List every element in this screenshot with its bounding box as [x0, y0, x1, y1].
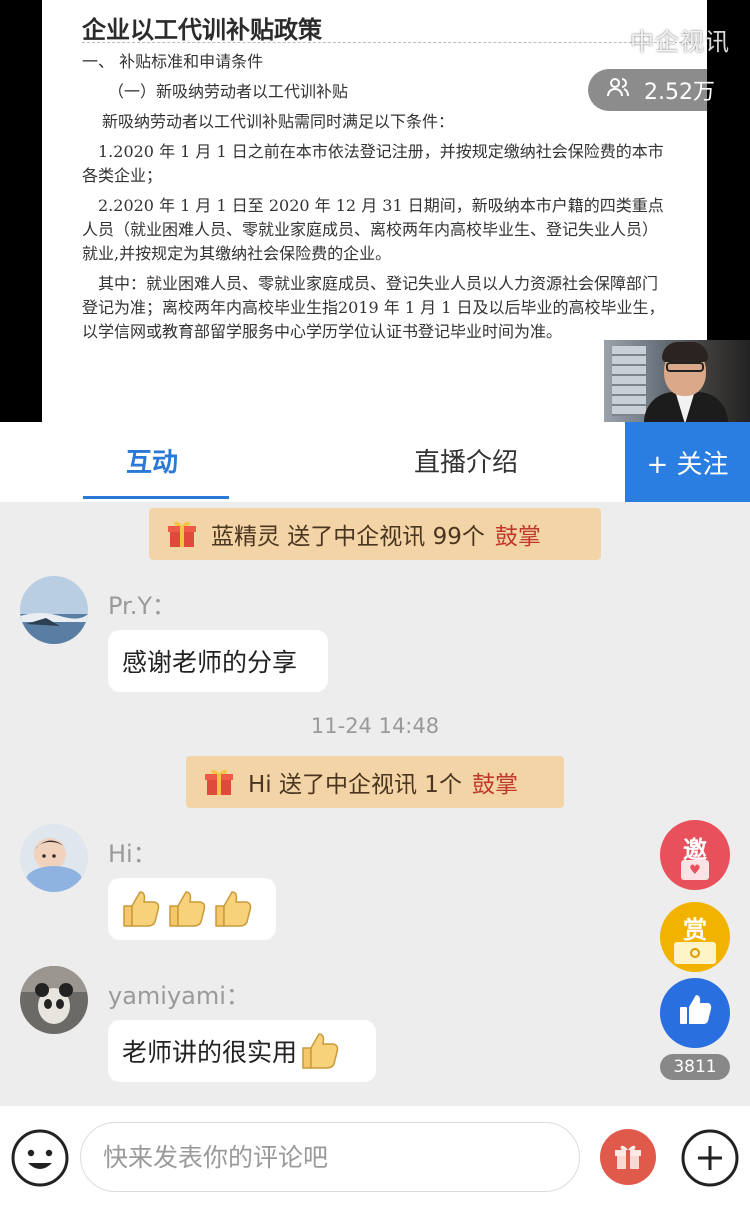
slide-item-1: 1.2020 年 1 月 1 日之前在本市依法登记注册，并按规定缴纳社会保险费的…	[82, 142, 664, 185]
slide-divider	[82, 42, 702, 43]
slide-item-2: 2.2020 年 1 月 1 日至 2020 年 12 月 31 日期间，新吸纳…	[82, 196, 664, 263]
gift-action: 鼓掌	[494, 524, 541, 550]
thumbs-up-emoji	[212, 888, 254, 930]
channel-watermark: 中企视讯	[630, 28, 730, 56]
timestamp: 11-24 14:48	[310, 714, 440, 738]
active-tab-indicator	[83, 496, 229, 499]
gift-notice: 蓝精灵 送了中企视讯 99个 鼓掌	[149, 508, 601, 560]
gift-icon	[615, 1145, 641, 1169]
gift-text: 蓝精灵 送了中企视讯 99个	[211, 524, 485, 550]
live-stream-page: 企业以工代训补贴政策 一、 补贴标准和申请条件 （一）新吸纳劳动者以工代训补贴 …	[0, 0, 750, 1206]
slide-note: 其中：就业困难人员、零就业家庭成员、登记失业人员以人力资源社会保障部门登记为准；…	[82, 274, 665, 341]
thumbs-up-emoji	[166, 888, 208, 930]
viewer-count: 2.52万	[644, 80, 715, 105]
gift-action: 鼓掌	[471, 772, 518, 798]
send-gift-button[interactable]	[600, 1129, 656, 1185]
slide-subsection: （一）新吸纳劳动者以工代训补贴	[108, 82, 349, 101]
reward-label: 赏	[683, 915, 707, 944]
slide-intro: 新吸纳劳动者以工代训补贴需同时满足以下条件：	[102, 112, 455, 131]
emoji-button[interactable]	[10, 1128, 70, 1188]
more-button[interactable]	[680, 1128, 740, 1188]
bottom-bar	[0, 1106, 750, 1206]
thumbs-up-icon	[675, 990, 715, 1036]
follow-label: + 关注	[646, 449, 729, 480]
tab-bar: 互动 直播介绍 + 关注	[0, 422, 750, 502]
thumbs-up-emoji	[299, 1030, 341, 1072]
thumbs-up-emoji	[120, 888, 162, 930]
gift-notice: Hi 送了中企视讯 1个 鼓掌	[186, 756, 564, 808]
comment-input[interactable]	[80, 1122, 580, 1192]
message-bubble: 老师讲的很实用	[108, 1020, 376, 1082]
coin-icon	[674, 942, 716, 964]
like-count: 3811	[660, 1054, 730, 1080]
slide-section: 一、 补贴标准和申请条件	[82, 52, 264, 71]
slide-body: 一、 补贴标准和申请条件 （一）新吸纳劳动者以工代训补贴 新吸纳劳动者以工代训补…	[82, 50, 672, 350]
avatar[interactable]	[20, 966, 88, 1034]
viewer-count-badge: 2.52万	[588, 69, 732, 111]
avatar[interactable]	[20, 576, 88, 644]
reward-button[interactable]: 赏	[660, 902, 730, 972]
follow-button[interactable]: + 关注	[625, 422, 750, 502]
gift-box-icon	[204, 767, 234, 797]
slide-title: 企业以工代训补贴政策	[82, 15, 322, 44]
invite-button[interactable]: 邀 ♥	[660, 820, 730, 890]
tab-live-intro[interactable]: 直播介绍	[414, 442, 518, 479]
username: Pr.Y：	[108, 592, 177, 620]
chat-feed[interactable]: 蓝精灵 送了中企视讯 99个 鼓掌 Pr.Y： 感谢老师的分享 11-24 14…	[0, 502, 750, 1106]
gift-text: Hi 送了中企视讯 1个	[248, 772, 462, 798]
username: yamiyami：	[108, 982, 250, 1010]
message-text: 老师讲的很实用	[122, 1038, 298, 1067]
people-icon	[606, 75, 630, 105]
tab-interact[interactable]: 互动	[126, 442, 178, 479]
message-bubble: 感谢老师的分享	[108, 630, 328, 692]
heart-envelope-icon: ♥	[681, 860, 709, 880]
gift-box-icon	[167, 519, 197, 549]
like-button[interactable]	[660, 978, 730, 1048]
message-bubble	[108, 878, 276, 940]
smiley-icon	[11, 1129, 69, 1187]
avatar[interactable]	[20, 824, 88, 892]
video-player[interactable]: 企业以工代训补贴政策 一、 补贴标准和申请条件 （一）新吸纳劳动者以工代训补贴 …	[0, 0, 750, 422]
presenter-camera	[604, 340, 750, 422]
plus-icon	[681, 1129, 739, 1187]
username: Hi：	[108, 840, 157, 868]
